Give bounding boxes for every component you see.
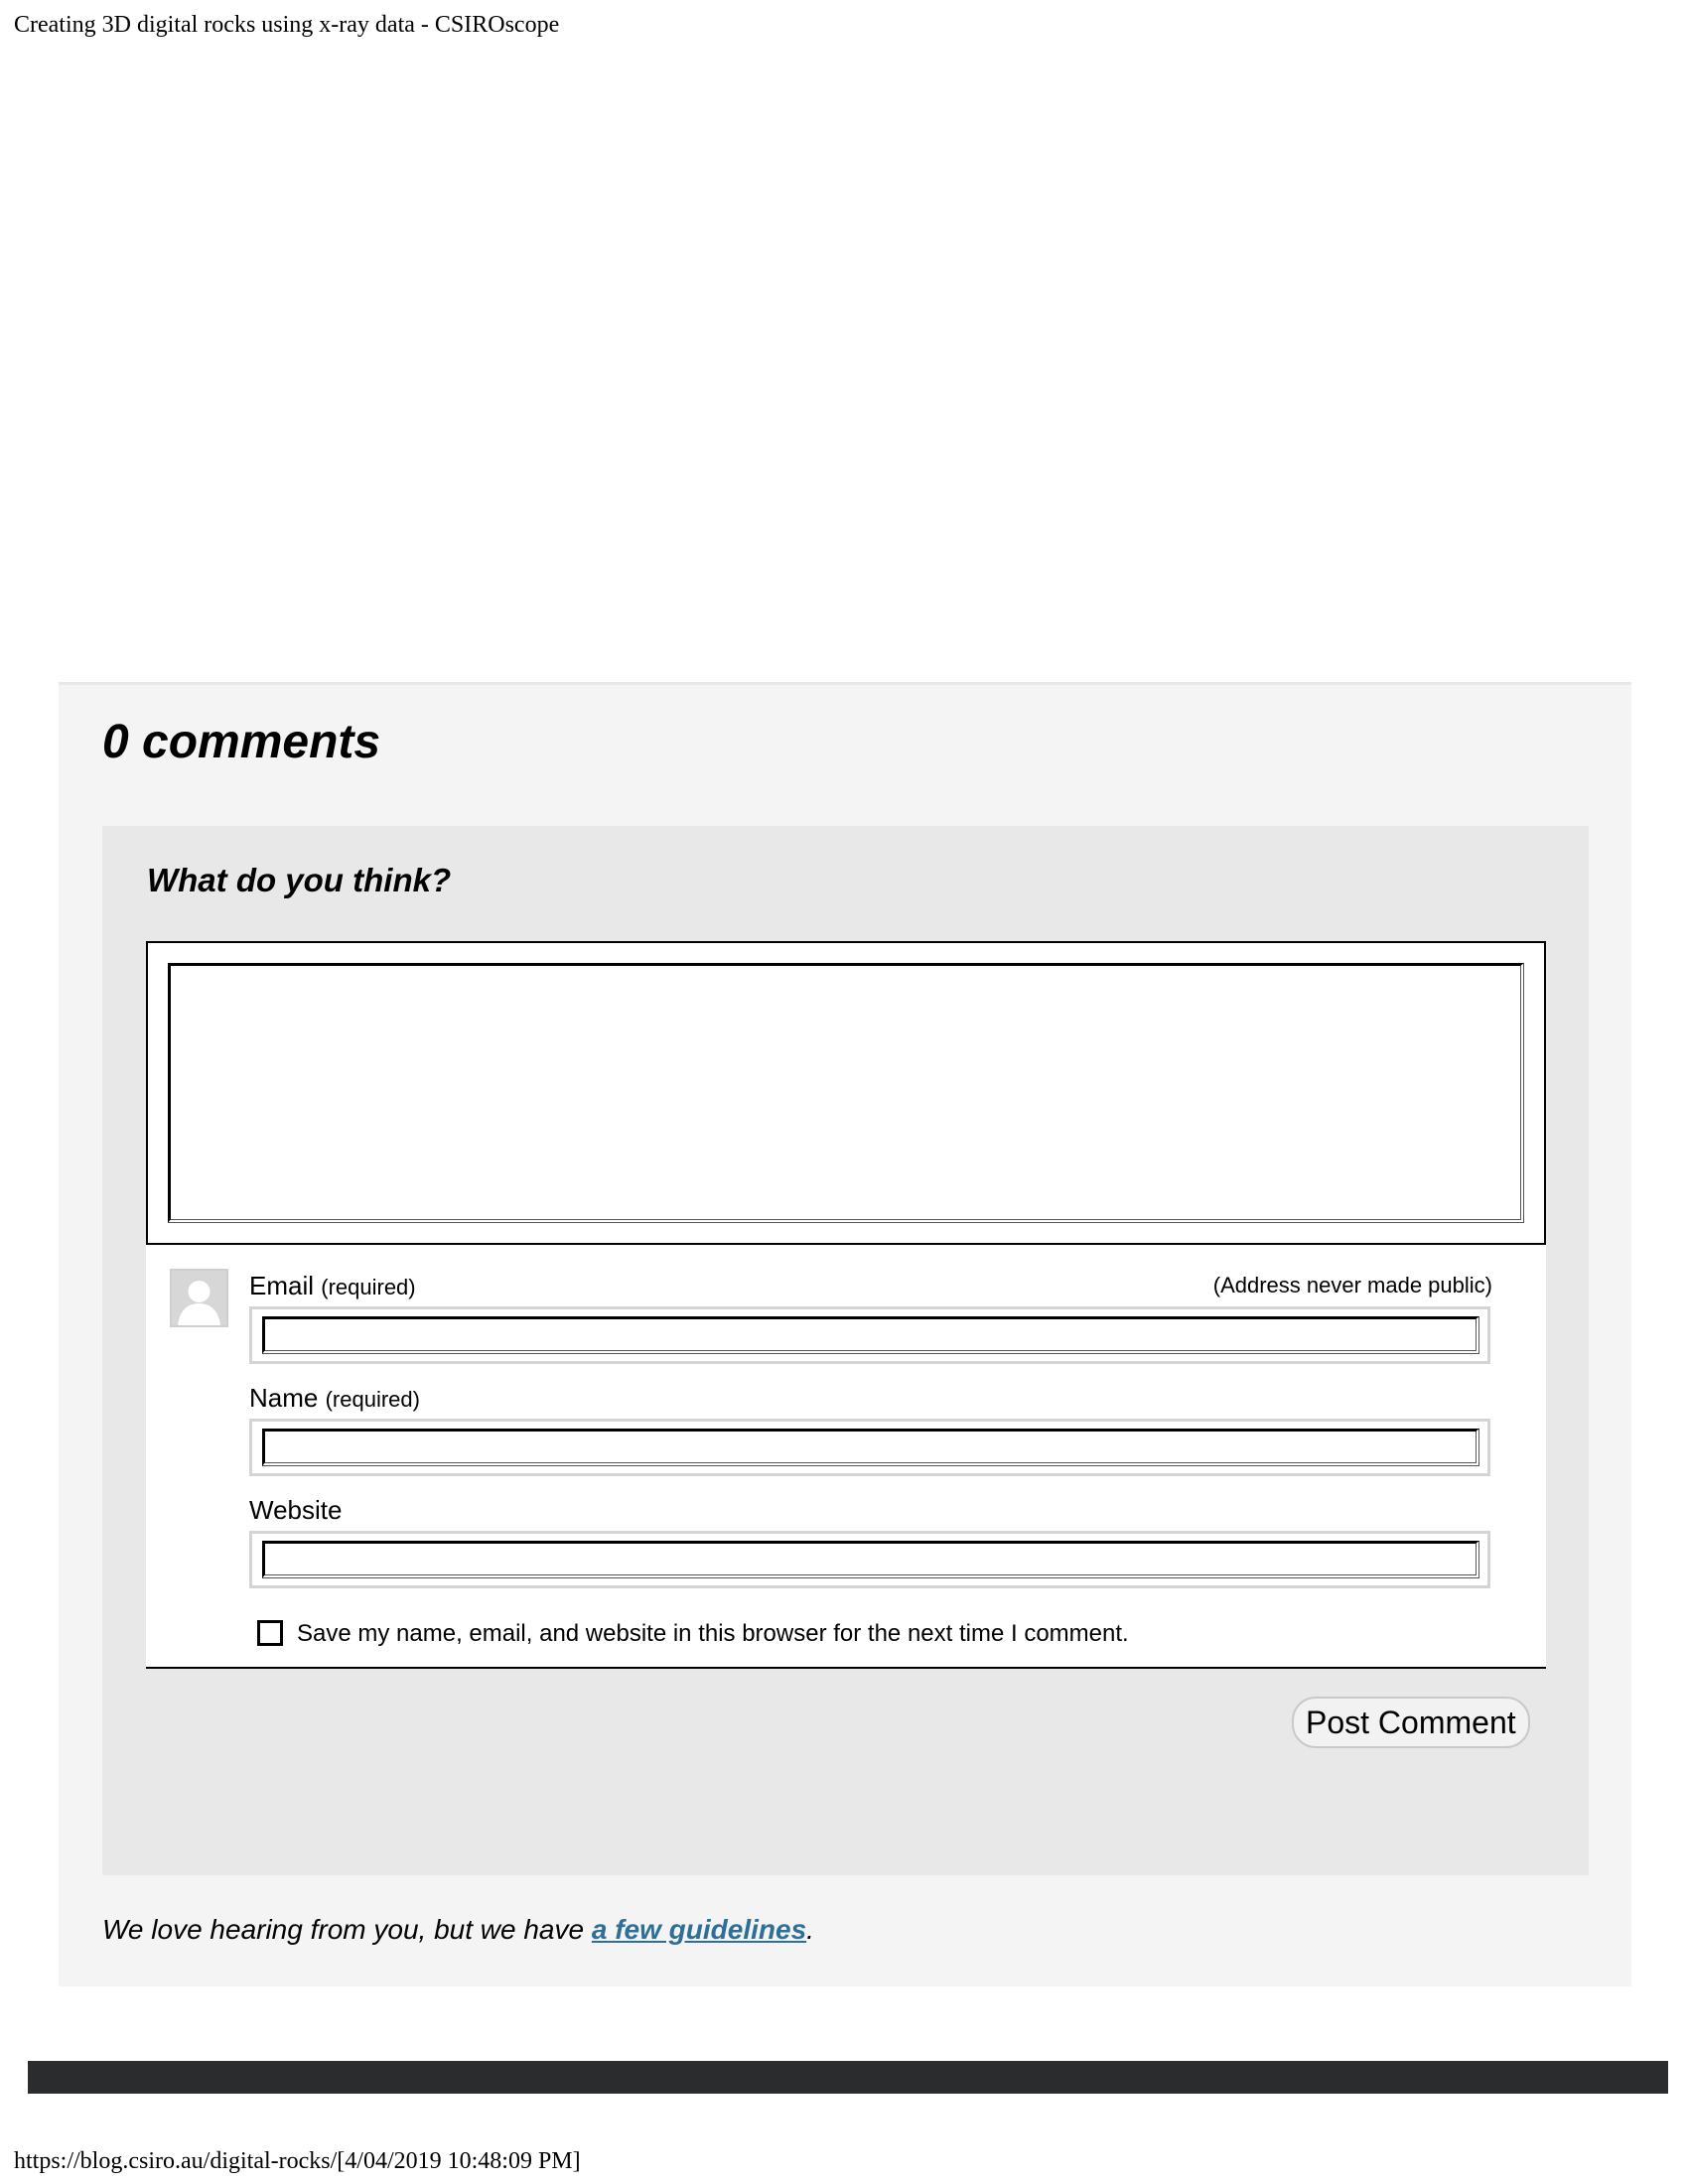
respond-title: What do you think? [147,862,452,898]
print-footer-url: https://blog.csiro.au/digital-rocks/[4/0… [14,2148,581,2174]
guidelines-link[interactable]: a few guidelines [592,1914,806,1945]
website-field-frame [249,1531,1490,1588]
email-label-text: Email [249,1271,315,1300]
identity-panel: Email (required) (Address never made pub… [146,1245,1546,1669]
comment-textarea-wrapper [146,941,1546,1245]
comments-count-title: 0 comments [102,716,381,768]
email-label: Email (required) [249,1271,416,1301]
comments-section: 0 comments What do you think? Email (req… [59,682,1631,1986]
save-info-label: Save my name, email, and website in this… [297,1620,1129,1647]
email-required-note: (required) [321,1275,416,1299]
guidelines-suffix: . [806,1914,814,1945]
print-header-title: Creating 3D digital rocks using x-ray da… [14,12,560,38]
email-field-frame [249,1306,1490,1364]
post-comment-button[interactable]: Post Comment [1292,1697,1530,1748]
guidelines-prefix: We love hearing from you, but we have [102,1914,592,1945]
comment-respond-box: What do you think? Email (required) (Add… [102,826,1589,1875]
website-field[interactable] [262,1541,1479,1578]
name-field[interactable] [262,1429,1479,1466]
name-label-text: Name [249,1383,319,1413]
site-footer-bar [28,2061,1668,2094]
name-field-frame [249,1419,1490,1476]
website-label: Website [249,1495,343,1525]
name-label: Name (required) [249,1383,420,1414]
name-required-note: (required) [325,1387,420,1412]
default-user-avatar-icon [170,1269,228,1327]
email-field[interactable] [262,1316,1479,1354]
comment-textarea[interactable] [168,963,1524,1223]
save-info-checkbox[interactable] [257,1620,283,1646]
guidelines-text: We love hearing from you, but we have a … [102,1914,814,1946]
address-never-public-note: (Address never made public) [1212,1273,1492,1297]
